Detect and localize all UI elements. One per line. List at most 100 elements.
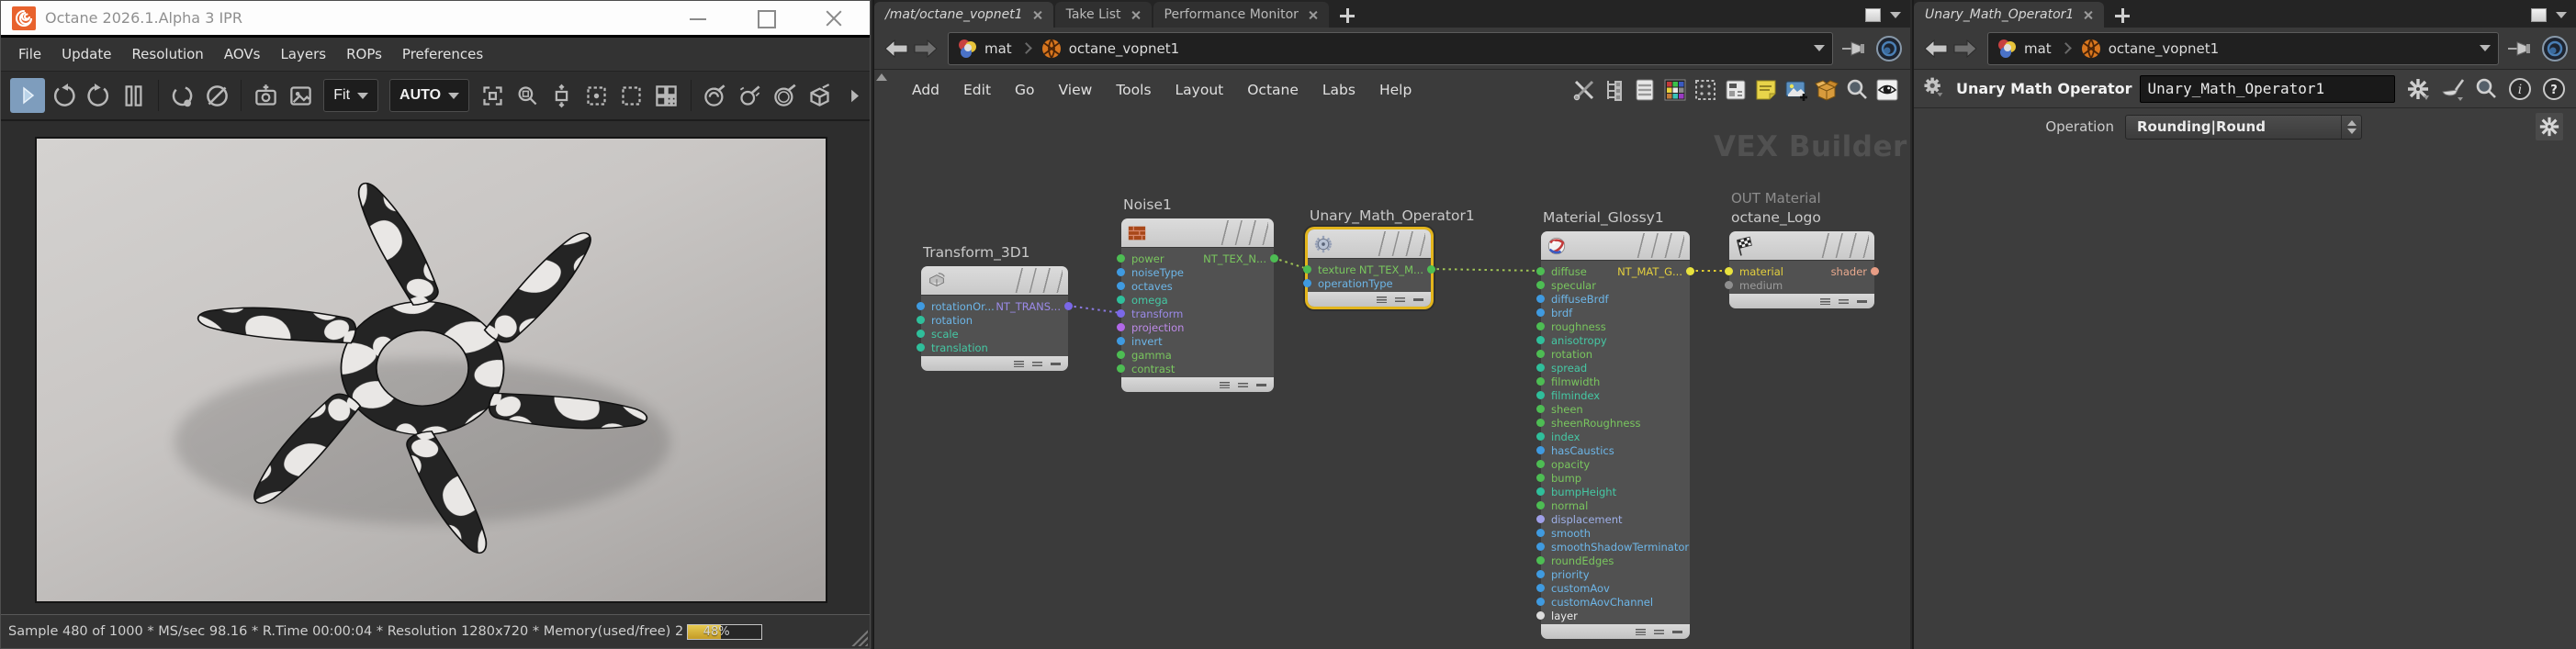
input-connector-dot[interactable] [1117, 351, 1125, 359]
octane-titlebar[interactable]: Octane 2026.1.Alpha 3 IPR [1, 1, 870, 38]
menu-aovs[interactable]: AOVs [214, 46, 271, 62]
toolbar-more-arrow-icon[interactable] [838, 80, 870, 111]
node-flag-icon[interactable] [1654, 629, 1664, 634]
pane-collapse-icon[interactable] [876, 73, 887, 81]
node-param-row[interactable]: noiseType [1117, 265, 1274, 279]
node-flag-icon[interactable] [1377, 296, 1387, 303]
node-param-row[interactable]: hasCaustics [1536, 443, 1690, 457]
gear-menu-icon[interactable] [2406, 77, 2429, 100]
back-arrow-icon[interactable] [1924, 39, 1948, 58]
node-flag-icon[interactable] [1636, 628, 1646, 635]
node-param-row[interactable]: projection [1117, 320, 1274, 334]
render-camera-edit-icon[interactable] [769, 80, 800, 111]
input-connector-dot[interactable] [1536, 405, 1545, 413]
output-connector-dot[interactable] [1427, 265, 1435, 274]
region-zoom-icon[interactable] [512, 80, 543, 111]
breadcrumb-mat[interactable]: mat [984, 40, 1012, 57]
node-box[interactable]: diffuse NT_MAT_G... specular diffuseBrdf brd… [1536, 231, 1694, 639]
node-param-row[interactable]: sheenRoughness [1536, 416, 1690, 430]
input-connector-dot[interactable] [1536, 377, 1545, 386]
radial-menu-icon[interactable] [1875, 35, 1903, 62]
node-param-row[interactable]: material shader [1725, 264, 1879, 278]
node-param-row[interactable]: anisotropy [1536, 333, 1690, 347]
minimize-button[interactable] [688, 8, 708, 28]
node-param-row[interactable]: rotation [917, 313, 1068, 327]
input-connector-dot[interactable] [1536, 556, 1545, 565]
auto-dropdown[interactable]: AUTO [389, 79, 470, 112]
node-param-row[interactable]: medium [1725, 278, 1874, 292]
node-Unary_Math_Operator1[interactable]: Unary_Math_Operator1 texture NT_TEX_M... op… [1303, 207, 1475, 307]
render-target-edit-icon[interactable] [734, 80, 765, 111]
restart-settings-icon[interactable] [167, 80, 198, 111]
node-param-row[interactable]: texture NT_TEX_M... [1303, 263, 1435, 276]
node-param-row[interactable]: customAov [1536, 581, 1690, 595]
node-param-row[interactable]: scale [917, 327, 1068, 341]
node-param-row[interactable]: smooth [1536, 526, 1690, 540]
input-connector-dot[interactable] [1536, 295, 1545, 303]
display-options-icon[interactable] [1724, 78, 1748, 102]
input-connector-dot[interactable] [1536, 598, 1545, 606]
close-icon[interactable] [2083, 10, 2093, 20]
crop-region-icon[interactable] [616, 80, 647, 111]
menu-view[interactable]: View [1047, 82, 1105, 98]
input-connector-dot[interactable] [1536, 570, 1545, 578]
node-param-row[interactable]: layer [1536, 609, 1690, 622]
close-button[interactable] [824, 8, 844, 28]
node-param-row[interactable]: rotationOr... NT_TRANS... [917, 299, 1073, 313]
list-view-icon[interactable] [1633, 78, 1657, 102]
input-connector-dot[interactable] [1536, 350, 1545, 358]
input-connector-dot[interactable] [1536, 432, 1545, 441]
input-connector-dot[interactable] [1536, 419, 1545, 427]
input-connector-dot[interactable] [1536, 543, 1545, 551]
node-Transform_3D1[interactable]: Transform_3D1 rotationOr... NT_TRANS... rot… [917, 244, 1073, 371]
input-connector-dot[interactable] [1117, 309, 1125, 318]
output-connector-dot[interactable] [1064, 302, 1073, 310]
layout-grid-icon[interactable] [651, 80, 682, 111]
search-icon[interactable] [1845, 78, 1869, 102]
node-param-row[interactable]: filmindex [1536, 388, 1690, 402]
breadcrumb-vopnet[interactable]: octane_vopnet1 [2109, 40, 2219, 57]
node-box[interactable]: texture NT_TEX_M... operationType [1303, 229, 1435, 307]
output-connector-dot[interactable] [1686, 267, 1694, 275]
render-package-edit-icon[interactable] [804, 80, 835, 111]
snapshot-camera-icon[interactable] [250, 80, 281, 111]
node-param-row[interactable]: specular [1536, 278, 1690, 292]
input-connector-dot[interactable] [917, 330, 925, 338]
node-flag-icon[interactable] [1256, 383, 1266, 386]
input-connector-dot[interactable] [1117, 268, 1125, 276]
node-param-row[interactable]: gamma [1117, 348, 1274, 362]
input-connector-dot[interactable] [1536, 391, 1545, 399]
node-param-row[interactable]: roughness [1536, 319, 1690, 333]
node-box[interactable]: rotationOr... NT_TRANS... rotation scale tra… [917, 266, 1073, 371]
node-param-row[interactable]: normal [1536, 498, 1690, 512]
node-param-row[interactable]: opacity [1536, 457, 1690, 471]
node-param-row[interactable]: translation [917, 341, 1068, 354]
node-flag-icon[interactable] [1820, 297, 1830, 305]
maximize-button[interactable] [756, 8, 776, 28]
tab-take-list[interactable]: Take List [1054, 2, 1152, 28]
input-connector-dot[interactable] [1303, 279, 1311, 287]
node-Material_Glossy1[interactable]: Material_Glossy1 diffuse NT_MAT_G... specul… [1536, 209, 1694, 639]
ladle-icon[interactable] [2440, 77, 2465, 101]
pane-menu-icon[interactable] [2556, 12, 2567, 18]
node-param-row[interactable]: transform [1117, 307, 1274, 320]
snapshot-gallery-icon[interactable] [285, 80, 316, 111]
close-icon[interactable] [1131, 10, 1141, 20]
new-tab-icon[interactable] [1339, 8, 1355, 23]
menu-edit[interactable]: Edit [951, 82, 1003, 98]
menu-add[interactable]: Add [900, 82, 951, 98]
node-param-row[interactable]: diffuseBrdf [1536, 292, 1690, 306]
node-octane_Logo[interactable]: OUT Material octane_Logo material shader med… [1725, 190, 1879, 308]
input-connector-dot[interactable] [1536, 322, 1545, 330]
close-icon[interactable] [1308, 10, 1318, 20]
radial-menu-icon[interactable] [2541, 35, 2569, 62]
snapshot-grid-icon[interactable] [1693, 78, 1717, 102]
input-connector-dot[interactable] [1536, 281, 1545, 289]
node-param-row[interactable]: power NT_TEX_N... [1117, 252, 1278, 265]
bundle-box-icon[interactable] [1815, 78, 1839, 102]
pane-maximize-icon[interactable] [2531, 8, 2547, 22]
menu-help[interactable]: Help [1367, 82, 1423, 98]
input-connector-dot[interactable] [1303, 265, 1311, 274]
node-param-row[interactable]: omega [1117, 293, 1274, 307]
node-param-row[interactable]: bumpHeight [1536, 485, 1690, 498]
